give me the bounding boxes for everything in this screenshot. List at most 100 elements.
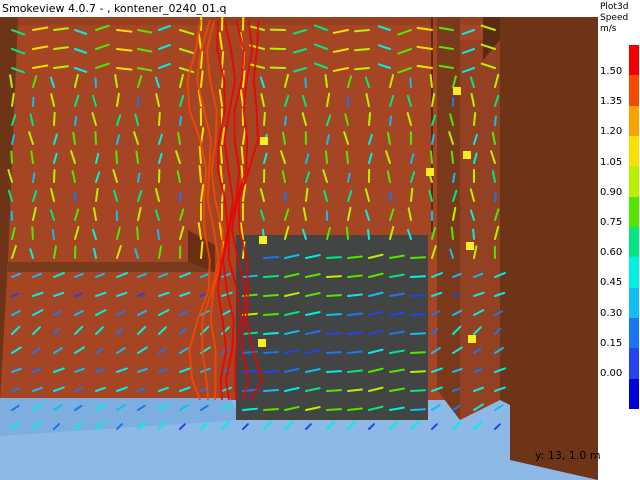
velocity-vector xyxy=(263,350,279,354)
velocity-vector xyxy=(158,111,161,126)
velocity-vector xyxy=(410,294,426,297)
velocity-vector xyxy=(326,332,342,335)
velocity-vector xyxy=(51,229,55,240)
velocity-vector xyxy=(473,112,477,126)
velocity-vector xyxy=(263,407,279,411)
sensor-marker xyxy=(258,339,266,347)
velocity-vector xyxy=(410,275,426,278)
velocity-vector xyxy=(242,274,258,278)
velocity-vector xyxy=(10,150,13,164)
colorbar-label: 0.75 xyxy=(600,217,623,228)
velocity-vector xyxy=(410,313,426,316)
velocity-vector xyxy=(389,115,392,126)
sensor-marker xyxy=(453,87,461,95)
right-pillar-mid-face xyxy=(460,40,500,420)
colorbar-label: 0.00 xyxy=(600,368,623,379)
velocity-vector xyxy=(242,407,258,411)
colorbar-swatch xyxy=(629,75,639,107)
title-bar: Smokeview 4.0.7 - , kontener_0240_01.q xyxy=(0,0,598,17)
velocity-vector xyxy=(74,115,78,126)
velocity-vector xyxy=(284,115,288,126)
velocity-vector xyxy=(410,256,426,259)
velocity-vector xyxy=(345,150,349,164)
right-wall xyxy=(500,17,598,480)
velocity-vector xyxy=(242,350,258,354)
velocity-vector xyxy=(326,351,342,354)
velocity-vector xyxy=(326,370,342,373)
colorbar-swatch xyxy=(629,257,639,289)
velocity-vector xyxy=(410,187,414,202)
velocity-vector xyxy=(305,187,309,202)
velocity-vector xyxy=(263,274,279,278)
velocity-vector xyxy=(263,255,279,259)
velocity-vector xyxy=(354,48,370,52)
colorbar-swatch xyxy=(629,348,639,380)
velocity-vector xyxy=(389,191,392,202)
sensor-marker xyxy=(468,335,476,343)
velocity-vector xyxy=(450,150,454,164)
colorbar-swatch xyxy=(629,227,639,258)
colorbar-label: 0.15 xyxy=(600,337,623,349)
colorbar-label: 0.45 xyxy=(600,277,623,289)
velocity-vector xyxy=(354,67,370,71)
velocity-vector xyxy=(326,275,342,278)
sensor-marker xyxy=(426,168,434,176)
velocity-vector xyxy=(263,312,279,316)
velocity-vector xyxy=(494,191,497,202)
scene-viewport[interactable] xyxy=(0,17,598,480)
velocity-vector xyxy=(354,29,370,33)
velocity-vector xyxy=(136,226,139,240)
colorbar-label: 0.60 xyxy=(600,247,623,259)
velocity-vector xyxy=(326,389,342,392)
velocity-vector xyxy=(179,115,183,126)
velocity-vector xyxy=(368,111,372,126)
velocity-vector xyxy=(53,169,56,183)
colorbar-scale xyxy=(629,45,639,410)
velocity-vector xyxy=(410,408,426,411)
velocity-vector xyxy=(263,369,279,373)
colorbar-title-plot3d: Plot3d xyxy=(600,2,629,12)
colorbar-label: 0.30 xyxy=(600,307,623,319)
velocity-vector xyxy=(240,146,244,164)
sensor-marker xyxy=(259,236,267,244)
velocity-vector xyxy=(429,150,433,164)
velocity-vector xyxy=(367,228,370,240)
velocity-vector xyxy=(219,146,223,164)
colorbar-swatch xyxy=(629,136,639,167)
velocity-vector xyxy=(32,172,36,183)
velocity-vector xyxy=(410,370,426,373)
velocity-vector xyxy=(410,389,426,392)
colorbar-swatch xyxy=(629,287,639,319)
velocity-vector xyxy=(156,228,160,240)
velocity-vector xyxy=(221,51,225,69)
sensor-marker xyxy=(260,137,268,145)
left-ledge xyxy=(8,262,215,272)
velocity-vector xyxy=(31,226,34,240)
colorbar-label: 1.50 xyxy=(600,66,623,77)
velocity-vector xyxy=(94,131,97,145)
velocity-vector xyxy=(53,111,56,126)
velocity-vector xyxy=(263,111,266,126)
smokeview-window: Smokeview 4.0.7 - , kontener_0240_01.q P… xyxy=(0,0,640,480)
velocity-vector xyxy=(345,226,349,240)
velocity-vector xyxy=(284,191,287,202)
colorbar-swatch xyxy=(629,318,639,349)
velocity-vector xyxy=(179,191,182,202)
colorbar-swatch xyxy=(629,378,639,410)
sensor-marker xyxy=(466,242,474,250)
obstacle-block xyxy=(236,235,428,420)
colorbar-swatch xyxy=(629,166,639,198)
colorbar-swatch xyxy=(629,45,639,76)
velocity-vector xyxy=(326,313,342,316)
colorbar-label: 1.35 xyxy=(600,96,623,108)
velocity-vector xyxy=(429,74,433,88)
velocity-vector xyxy=(263,331,279,335)
colorbar-label: 0.90 xyxy=(600,186,623,198)
colorbar-swatch xyxy=(629,105,639,137)
velocity-vector xyxy=(263,293,279,297)
velocity-vector xyxy=(242,312,258,316)
velocity-vector xyxy=(263,388,279,392)
velocity-vector xyxy=(326,256,342,259)
velocity-vector xyxy=(74,191,77,202)
colorbar-label: 1.20 xyxy=(600,126,623,138)
